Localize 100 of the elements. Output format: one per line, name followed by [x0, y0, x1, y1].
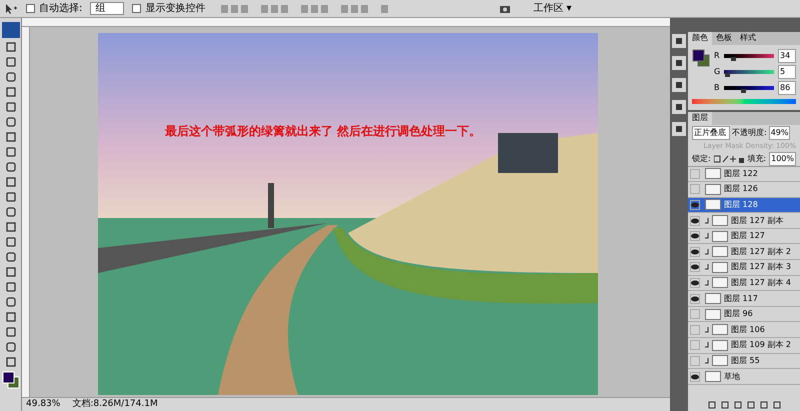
visibility-toggle[interactable]	[690, 200, 700, 210]
panel-icon[interactable]	[672, 78, 686, 92]
visibility-toggle[interactable]	[690, 231, 700, 242]
panel-icon[interactable]	[672, 122, 686, 136]
layer-row[interactable]: 图层 127 副本 3	[688, 260, 800, 276]
tool-icon[interactable]	[4, 326, 16, 338]
layer-row[interactable]: 图层 109 副本 2	[688, 338, 800, 354]
workspace-menu[interactable]: 工作区 ▾	[533, 1, 572, 16]
tool-icon[interactable]	[4, 311, 16, 323]
tool-icon[interactable]	[4, 221, 16, 233]
tool-icon[interactable]	[4, 101, 16, 113]
layer-name: 草地	[724, 370, 740, 383]
visibility-toggle[interactable]	[690, 294, 700, 304]
layer-thumbnail	[705, 308, 721, 320]
layer-thumbnail	[712, 262, 728, 273]
tool-icon[interactable]	[4, 116, 16, 128]
value-field[interactable]: 34	[778, 49, 796, 63]
show-transform-label: 显示变换控件	[145, 2, 206, 16]
panel-tab[interactable]: 颜色	[688, 32, 712, 45]
tool-icon[interactable]	[4, 41, 16, 53]
visibility-toggle[interactable]	[690, 372, 700, 382]
layer-thumbnail	[712, 355, 728, 366]
layer-row[interactable]: 图层 127	[688, 228, 800, 244]
slider-thumb[interactable]	[741, 89, 746, 93]
channel-label: R	[714, 50, 720, 62]
lock-icons[interactable]	[714, 154, 744, 162]
layer-thumbnail	[705, 199, 721, 210]
zoom-level[interactable]: 49.83%	[26, 398, 60, 411]
layer-row[interactable]: 图层 127 副本	[688, 213, 800, 229]
layer-name: 图层 109 副本 2	[731, 339, 791, 352]
color-swatches-icon[interactable]	[2, 371, 20, 389]
visibility-toggle[interactable]	[690, 278, 700, 288]
visibility-toggle[interactable]	[690, 262, 700, 272]
opacity-label: 不透明度:	[732, 127, 767, 139]
checkbox[interactable]	[132, 4, 142, 13]
color-slider[interactable]	[724, 86, 774, 90]
layer-row[interactable]: 图层 127 副本 4	[688, 276, 800, 292]
layer-name: 图层 127 副本 3	[731, 261, 791, 274]
panel-icon[interactable]	[672, 34, 686, 48]
ps-logo-icon	[2, 22, 20, 38]
layer-name: 图层 127 副本 4	[731, 276, 791, 289]
layer-name: 图层 117	[724, 292, 758, 305]
layer-name: 图层 126	[724, 183, 758, 196]
visibility-toggle[interactable]	[690, 356, 700, 366]
tool-icon[interactable]	[4, 281, 16, 293]
layer-thumbnail	[712, 230, 728, 242]
tool-icon[interactable]	[4, 131, 16, 143]
color-slider[interactable]	[724, 54, 774, 58]
panel-icon[interactable]	[672, 100, 686, 114]
tool-icon[interactable]	[4, 356, 16, 368]
tool-icon[interactable]	[4, 56, 16, 68]
visibility-toggle[interactable]	[690, 246, 700, 257]
group-dropdown[interactable]: 组	[90, 2, 124, 15]
tool-icon[interactable]	[4, 86, 16, 98]
layer-thumbnail	[712, 324, 728, 336]
layer-row[interactable]: 图层 117	[688, 291, 800, 307]
visibility-toggle[interactable]	[690, 324, 700, 335]
layer-name: 图层 106	[731, 324, 765, 336]
layer-thumbnail	[712, 277, 728, 288]
slider-thumb[interactable]	[730, 57, 736, 61]
tool-icon[interactable]	[4, 191, 16, 203]
tool-icon[interactable]	[4, 146, 16, 158]
value-field[interactable]: 86	[778, 81, 796, 95]
visibility-toggle[interactable]	[690, 184, 700, 194]
checkbox[interactable]	[26, 4, 35, 13]
panel-tab[interactable]: 色板	[712, 32, 736, 45]
tool-icon[interactable]	[4, 296, 16, 308]
fill-field[interactable]: 100%	[769, 152, 796, 166]
layer-row[interactable]: 图层 96	[688, 306, 800, 322]
tool-icon[interactable]	[4, 341, 16, 353]
panel-icon[interactable]	[672, 56, 686, 70]
tool-icon[interactable]	[4, 71, 16, 83]
panel-tab[interactable]: 样式	[736, 32, 760, 45]
tool-icon[interactable]	[4, 251, 16, 263]
layer-name: 图层 128	[724, 198, 758, 211]
layer-row[interactable]: 图层 122	[688, 166, 800, 182]
tool-icon[interactable]	[4, 236, 16, 248]
tool-icon[interactable]	[4, 176, 16, 188]
visibility-toggle[interactable]	[690, 168, 700, 179]
color-slider[interactable]	[724, 70, 774, 74]
layer-name: 图层 127 副本 2	[731, 246, 791, 258]
panel-tab[interactable]: 图层	[688, 112, 712, 125]
opacity-field[interactable]: 49%	[768, 126, 790, 140]
visibility-toggle[interactable]	[690, 309, 700, 320]
value-field[interactable]: 5	[778, 65, 796, 79]
layer-row[interactable]: 图层 128	[688, 198, 800, 214]
tool-icon[interactable]	[4, 161, 16, 173]
layer-row[interactable]: 图层 127 副本 2	[688, 244, 800, 260]
layer-row[interactable]: 草地	[688, 369, 800, 385]
layer-row[interactable]: 图层 55	[688, 354, 800, 370]
tool-icon[interactable]	[4, 206, 16, 218]
blend-mode-dropdown[interactable]: 正片叠底	[692, 126, 730, 140]
layer-row[interactable]: 图层 106	[688, 322, 800, 338]
visibility-toggle[interactable]	[690, 216, 700, 226]
move-tool-icon[interactable]	[4, 2, 18, 14]
visibility-toggle[interactable]	[690, 340, 700, 350]
tool-icon[interactable]	[4, 266, 16, 278]
layer-thumbnail	[712, 340, 728, 351]
layer-thumbnail	[712, 246, 728, 258]
slider-thumb[interactable]	[725, 73, 730, 77]
